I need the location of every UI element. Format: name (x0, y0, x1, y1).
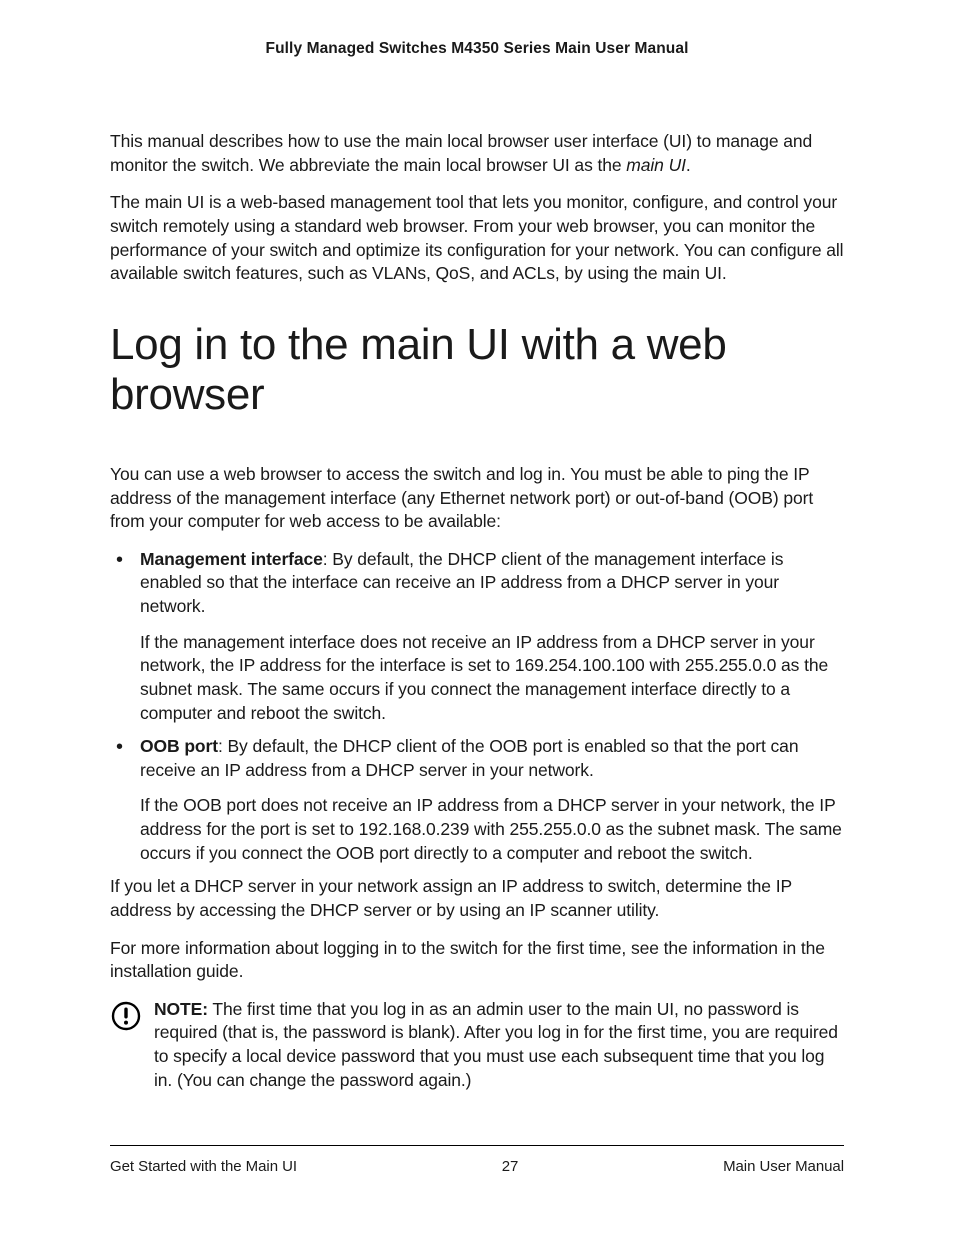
section-lead: You can use a web browser to access the … (110, 463, 844, 534)
intro-paragraph-2: The main UI is a web-based management to… (110, 191, 844, 286)
bullet-term: Management interface (140, 549, 323, 569)
note-label: NOTE: (154, 999, 208, 1019)
alert-icon (110, 1000, 142, 1037)
intro-paragraph-1-emphasis: main UI (626, 155, 686, 175)
document-header: Fully Managed Switches M4350 Series Main… (110, 40, 844, 58)
bullet-sub: If the management interface does not rec… (140, 631, 844, 726)
bullet-desc: : By default, the DHCP client of the OOB… (140, 736, 798, 780)
intro-paragraph-1: This manual describes how to use the mai… (110, 130, 844, 177)
intro-paragraph-1b: . (686, 155, 691, 175)
document-page: Fully Managed Switches M4350 Series Main… (0, 0, 954, 1235)
note-block: NOTE: The first time that you log in as … (110, 998, 844, 1093)
bullet-item-management-interface: Management interface: By default, the DH… (110, 548, 844, 725)
bullet-item-oob-port: OOB port: By default, the DHCP client of… (110, 735, 844, 865)
page-footer: Get Started with the Main UI 27 Main Use… (110, 1145, 844, 1175)
footer-right: Main User Manual (723, 1158, 844, 1175)
note-body: The first time that you log in as an adm… (154, 999, 838, 1090)
bullet-sub: If the OOB port does not receive an IP a… (140, 794, 844, 865)
after-paragraph-2: For more information about logging in to… (110, 937, 844, 984)
intro-paragraph-1a: This manual describes how to use the mai… (110, 131, 812, 175)
footer-rule (110, 1145, 844, 1146)
bullet-term: OOB port (140, 736, 218, 756)
bullet-list: Management interface : By default, the DH… (110, 548, 844, 866)
section-heading: Log in to the main UI with a web browser (110, 320, 844, 421)
footer-page-number: 27 (502, 1158, 519, 1175)
note-text: NOTE: The first time that you log in as … (154, 998, 844, 1093)
footer-left: Get Started with the Main UI (110, 1158, 297, 1175)
after-paragraph-1: If you let a DHCP server in your network… (110, 875, 844, 922)
